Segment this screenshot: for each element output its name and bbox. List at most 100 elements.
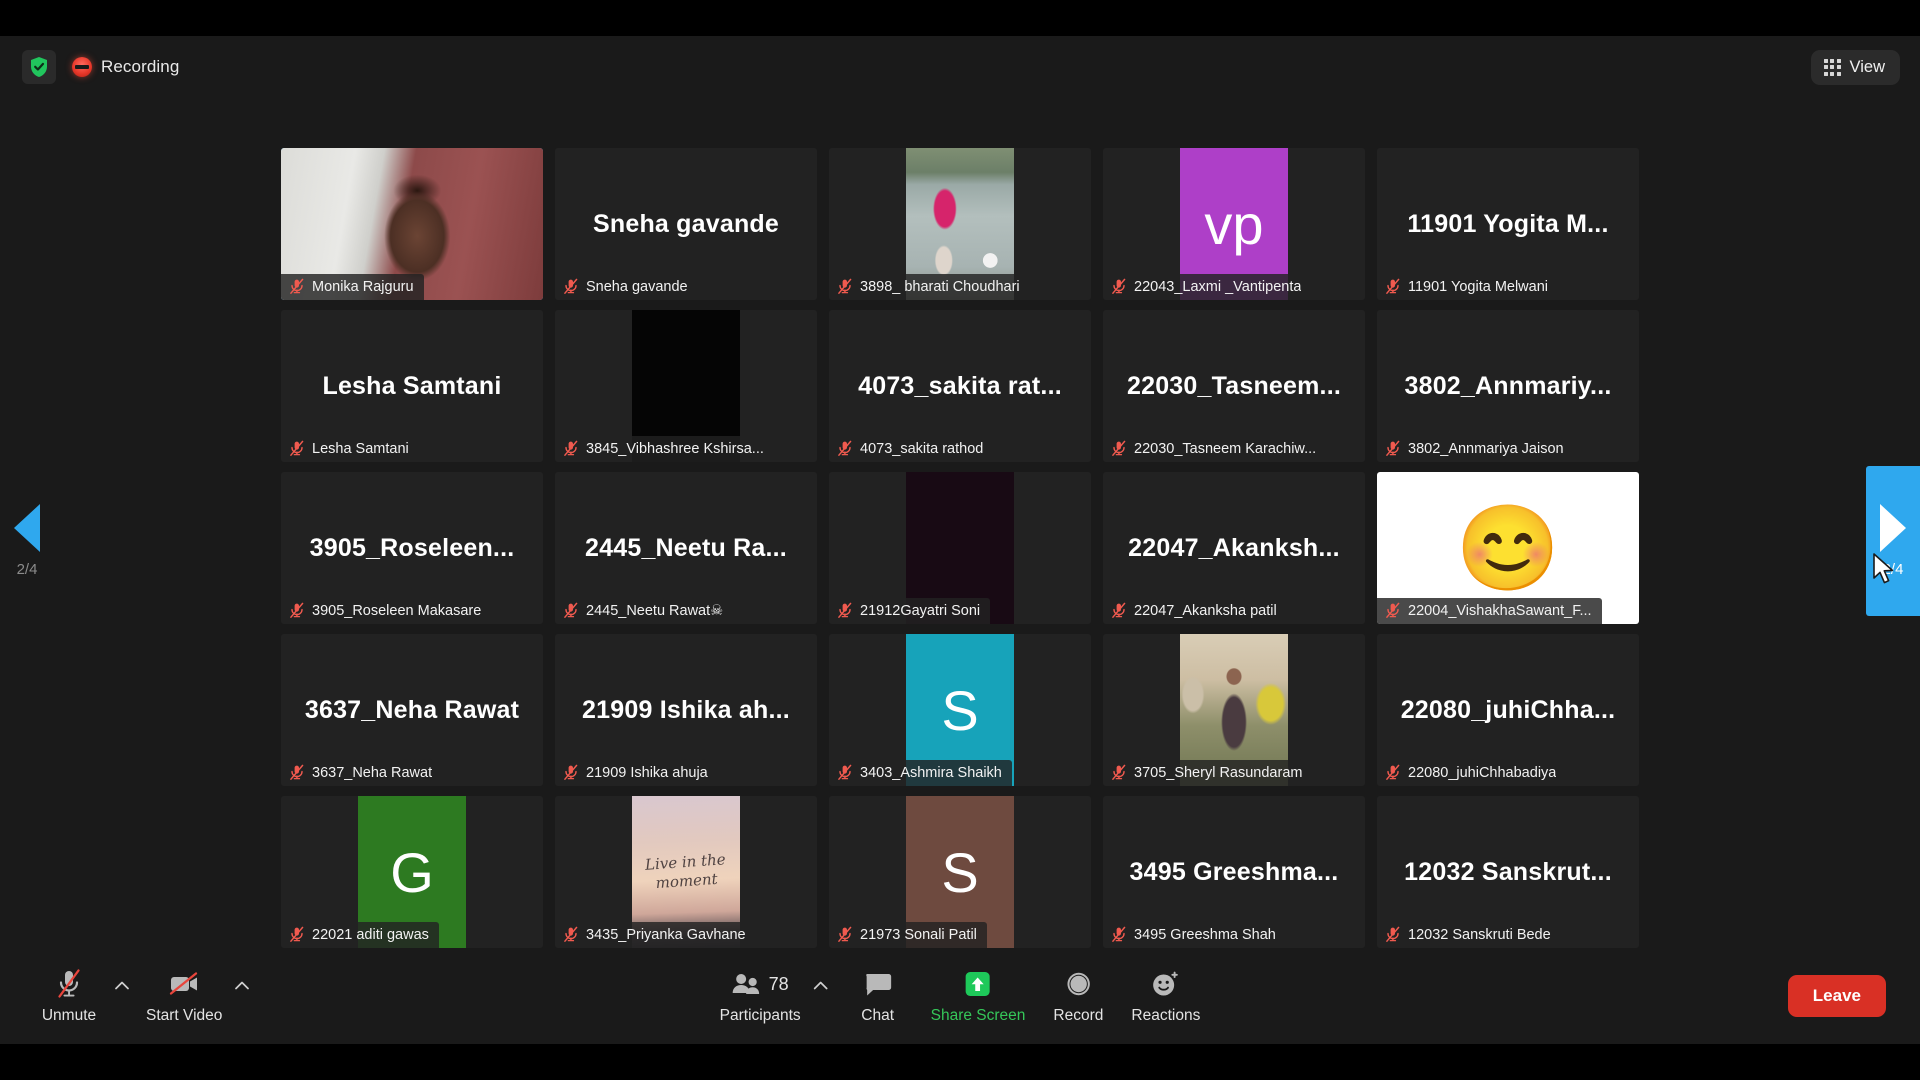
participant-tile[interactable]: vp 22043_Laxmi _Vantipenta [1103,148,1365,300]
microphone-muted-icon [289,278,305,295]
participant-tile[interactable]: 3705_Sheryl Rasundaram [1103,634,1365,786]
participant-tile[interactable]: 22030_Tasneem... 22030_Tasneem Karachiw.… [1103,310,1365,462]
participant-tile[interactable]: 12032 Sanskrut... 12032 Sanskruti Bede [1377,796,1639,948]
record-button[interactable]: Record [1035,961,1121,1031]
participant-name: 21973 Sonali Patil [860,927,977,943]
participant-name: 3898_ bharati Choudhari [860,279,1020,295]
participant-tile[interactable]: 22080_juhiChha... 22080_juhiChhabadiya [1377,634,1639,786]
participant-name: 22080_juhiChhabadiya [1408,765,1556,781]
participants-button[interactable]: 78 Participants [710,961,811,1031]
view-button[interactable]: View [1811,50,1900,85]
recording-dot-icon [72,57,92,77]
participant-name-strip: 3403_Ashmira Shaikh [829,760,1012,786]
participant-tile[interactable]: 22047_Akanksh... 22047_Akanksha patil [1103,472,1365,624]
participant-tile[interactable]: 2445_Neetu Ra... 2445_Neetu Rawat☠ [555,472,817,624]
participant-tile[interactable]: 3845_Vibhashree Kshirsa... [555,310,817,462]
unmute-button[interactable]: Unmute [26,961,112,1031]
participant-name: Monika Rajguru [312,279,414,295]
participants-options-chevron-up-icon[interactable] [807,975,835,996]
share-screen-label: Share Screen [931,1007,1026,1025]
previous-page-button[interactable]: 2/4 [0,466,54,616]
reactions-button[interactable]: Reactions [1121,961,1210,1031]
view-button-label: View [1850,58,1885,77]
participant-tile[interactable]: 11901 Yogita M... 11901 Yogita Melwani [1377,148,1639,300]
share-screen-button[interactable]: Share Screen [921,961,1036,1031]
participant-tile[interactable]: S 21973 Sonali Patil [829,796,1091,948]
participant-tile[interactable]: 21912Gayatri Soni [829,472,1091,624]
reactions-smiley-icon [1151,967,1181,1001]
next-page-button[interactable]: 2/4 [1866,466,1920,616]
video-camera-off-icon [166,967,202,1001]
microphone-muted-icon [289,602,305,619]
participant-name-strip: 3905_Roseleen Makasare [281,598,491,624]
participant-name: 3802_Annmariya Jaison [1408,441,1564,457]
participant-name-strip: 3845_Vibhashree Kshirsa... [555,436,774,462]
microphone-muted-icon [1385,926,1401,943]
participant-name: 3495 Greeshma Shah [1134,927,1276,943]
participant-name-strip: 22047_Akanksha patil [1103,598,1287,624]
participant-name-strip: 3637_Neha Rawat [281,760,442,786]
video-options-chevron-up-icon[interactable] [228,975,256,996]
participant-tile[interactable]: 21909 Ishika ah... 21909 Ishika ahuja [555,634,817,786]
microphone-muted-icon [563,278,579,295]
encryption-shield-icon[interactable] [22,50,56,84]
zoom-meeting-window: Recording View 2/4 2/4 [0,0,1920,1080]
participant-tile[interactable]: G 22021 aditi gawas [281,796,543,948]
participant-name: 3403_Ashmira Shaikh [860,765,1002,781]
participant-name-strip: 3495 Greeshma Shah [1103,922,1286,948]
participant-tile[interactable]: 3905_Roseleen... 3905_Roseleen Makasare [281,472,543,624]
leave-button[interactable]: Leave [1788,975,1886,1017]
participant-name: 3705_Sheryl Rasundaram [1134,765,1302,781]
participant-tile[interactable]: 4073_sakita rat... 4073_sakita rathod [829,310,1091,462]
microphone-muted-icon [837,926,853,943]
participant-name: 21912Gayatri Soni [860,603,980,619]
start-video-label: Start Video [146,1007,222,1025]
meeting-top-bar: Recording View [0,36,1920,98]
start-video-button[interactable]: Start Video [136,961,232,1031]
reactions-label: Reactions [1131,1007,1200,1025]
participant-tile[interactable]: Live in the moment 3435_Priyanka Gavhane [555,796,817,948]
next-page-count: 2/4 [1883,561,1904,578]
audio-options-chevron-up-icon[interactable] [108,975,136,996]
triangle-left-icon [14,504,40,552]
microphone-muted-icon [563,764,579,781]
triangle-right-icon [1880,504,1906,552]
microphone-muted-icon [1111,278,1127,295]
participant-name-strip: 12032 Sanskruti Bede [1377,922,1561,948]
microphone-muted-icon [837,440,853,457]
participant-name-strip: 3898_ bharati Choudhari [829,274,1030,300]
participant-tile[interactable]: 3637_Neha Rawat 3637_Neha Rawat [281,634,543,786]
participant-tile[interactable]: Lesha Samtani Lesha Samtani [281,310,543,462]
participant-name-strip: 21909 Ishika ahuja [555,760,718,786]
participant-name: 22021 aditi gawas [312,927,429,943]
participant-tile[interactable]: 3802_Annmariy... 3802_Annmariya Jaison [1377,310,1639,462]
participant-name-strip: Sneha gavande [555,274,698,300]
participant-name-strip: 22043_Laxmi _Vantipenta [1103,274,1311,300]
participant-name: 3435_Priyanka Gavhane [586,927,746,943]
participant-name: 21909 Ishika ahuja [586,765,708,781]
microphone-muted-icon [837,764,853,781]
participant-tile[interactable]: Monika Rajguru [281,148,543,300]
microphone-muted-icon [837,602,853,619]
microphone-muted-icon [289,926,305,943]
recording-indicator[interactable]: Recording [72,57,179,77]
microphone-muted-icon [1385,764,1401,781]
microphone-muted-icon [1111,602,1127,619]
participant-tile[interactable]: Sneha gavande Sneha gavande [555,148,817,300]
participant-tile[interactable]: 😊 22004_VishakhaSawant_F... [1377,472,1639,624]
participant-name: Sneha gavande [586,279,688,295]
participant-tile[interactable]: 3495 Greeshma... 3495 Greeshma Shah [1103,796,1365,948]
unmute-label: Unmute [42,1007,96,1025]
chat-button[interactable]: Chat [835,961,921,1031]
participant-name-strip: 3435_Priyanka Gavhane [555,922,756,948]
participant-name-strip: 21973 Sonali Patil [829,922,987,948]
participant-name: 3905_Roseleen Makasare [312,603,481,619]
participant-name: 11901 Yogita Melwani [1408,279,1548,295]
microphone-muted-icon [289,764,305,781]
participant-tile[interactable]: S 3403_Ashmira Shaikh [829,634,1091,786]
chat-bubble-icon [863,967,893,1001]
participant-name-strip: 22030_Tasneem Karachiw... [1103,436,1326,462]
microphone-muted-icon [563,440,579,457]
participant-tile[interactable]: 3898_ bharati Choudhari [829,148,1091,300]
record-circle-icon [1064,967,1092,1001]
